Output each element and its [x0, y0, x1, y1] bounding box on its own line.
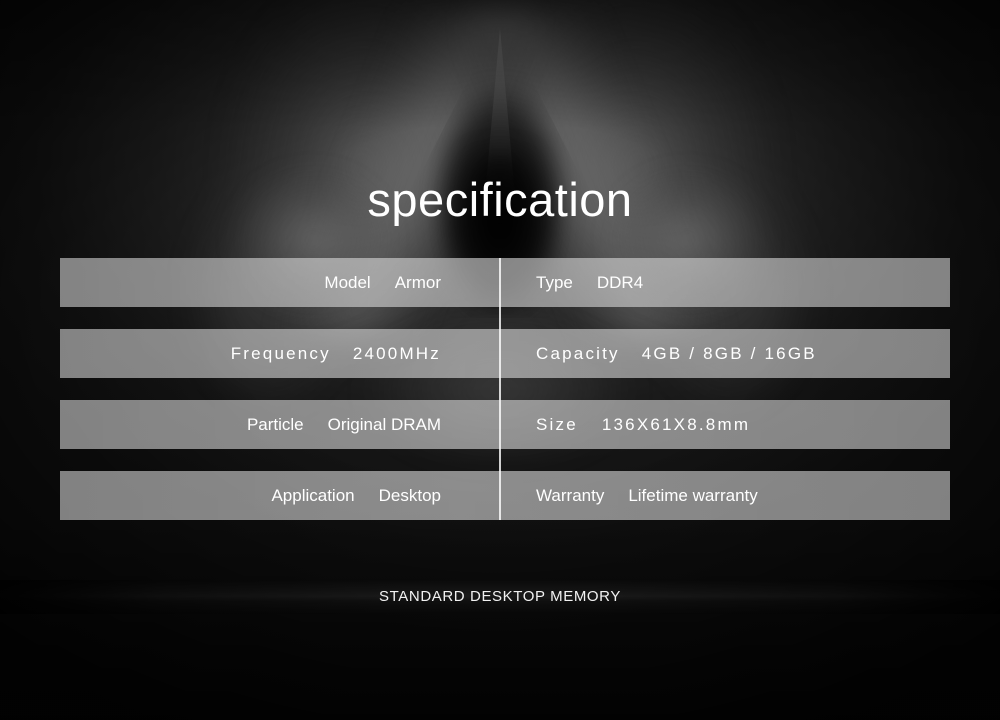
table-column-divider: [499, 258, 501, 520]
spec-cell-frequency: Frequency 2400MHz: [60, 329, 499, 378]
footer-caption: STANDARD DESKTOP MEMORY: [379, 588, 621, 605]
spec-cell-warranty: Warranty Lifetime warranty: [499, 471, 950, 520]
spec-label: Particle: [246, 414, 304, 434]
spec-value: 4GB / 8GB / 16GB: [641, 343, 817, 363]
spec-label: Application: [271, 485, 355, 505]
spec-label: Model: [324, 272, 371, 292]
table-row: Model Armor Type DDR4: [60, 258, 950, 307]
spec-value: Armor: [394, 272, 441, 292]
spec-value: DDR4: [596, 272, 644, 292]
spec-label: Capacity: [536, 343, 620, 363]
spec-label: Frequency: [230, 343, 331, 363]
spec-cell-particle: Particle Original DRAM: [60, 400, 499, 449]
specification-page: specification Model Armor Type DDR4 Freq…: [0, 0, 1000, 720]
table-row: Particle Original DRAM Size 136X61X8.8mm: [60, 400, 950, 449]
spec-label: Size: [536, 414, 578, 434]
table-row: Frequency 2400MHz Capacity 4GB / 8GB / 1…: [60, 329, 950, 378]
spec-cell-model: Model Armor: [60, 258, 499, 307]
page-title: specification: [367, 173, 633, 226]
page-content: specification Model Armor Type DDR4 Freq…: [0, 0, 1000, 720]
spec-value: 136X61X8.8mm: [601, 414, 751, 434]
specification-table: Model Armor Type DDR4 Frequency 2400MHz …: [60, 258, 950, 542]
spec-value: 2400MHz: [352, 343, 441, 363]
spec-cell-application: Application Desktop: [60, 471, 499, 520]
spec-label: Warranty: [536, 485, 605, 505]
table-row: Application Desktop Warranty Lifetime wa…: [60, 471, 950, 520]
spec-cell-type: Type DDR4: [499, 258, 950, 307]
spec-value: Original DRAM: [327, 414, 441, 434]
spec-cell-capacity: Capacity 4GB / 8GB / 16GB: [499, 329, 950, 378]
spec-cell-size: Size 136X61X8.8mm: [499, 400, 950, 449]
spec-label: Type: [536, 272, 573, 292]
spec-value: Lifetime warranty: [628, 485, 758, 505]
spec-value: Desktop: [378, 485, 441, 505]
